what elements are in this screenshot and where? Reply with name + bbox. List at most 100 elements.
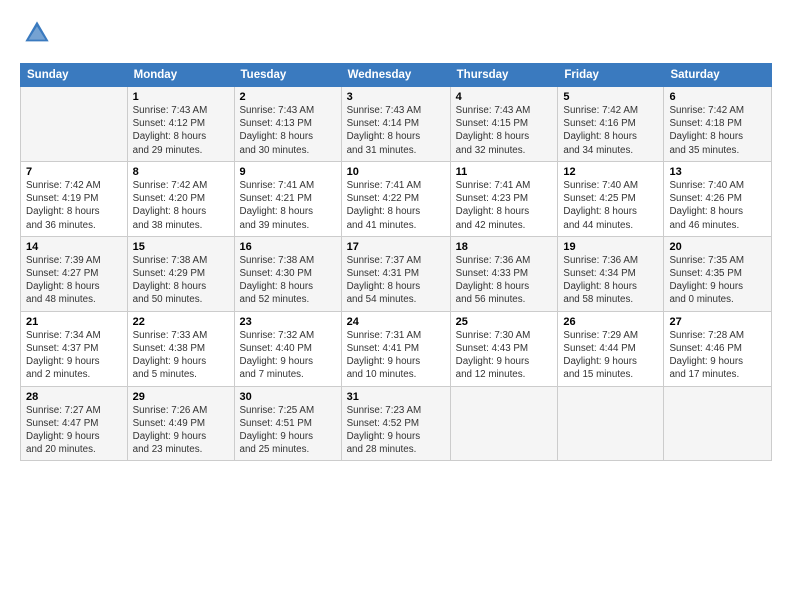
day-number: 2 xyxy=(240,91,336,103)
calendar-table: SundayMondayTuesdayWednesdayThursdayFrid… xyxy=(20,63,772,461)
day-number: 3 xyxy=(347,91,445,103)
calendar-cell: 13Sunrise: 7:40 AM Sunset: 4:26 PM Dayli… xyxy=(664,161,772,236)
day-info: Sunrise: 7:30 AM Sunset: 4:43 PM Dayligh… xyxy=(456,329,553,382)
day-number: 18 xyxy=(456,241,553,253)
day-of-week-header: Tuesday xyxy=(234,64,341,87)
day-info: Sunrise: 7:28 AM Sunset: 4:46 PM Dayligh… xyxy=(669,329,766,382)
day-number: 28 xyxy=(26,391,122,403)
day-info: Sunrise: 7:39 AM Sunset: 4:27 PM Dayligh… xyxy=(26,254,122,307)
day-of-week-header: Sunday xyxy=(21,64,128,87)
day-number: 14 xyxy=(26,241,122,253)
day-number: 22 xyxy=(133,316,229,328)
day-number: 24 xyxy=(347,316,445,328)
day-info: Sunrise: 7:31 AM Sunset: 4:41 PM Dayligh… xyxy=(347,329,445,382)
day-number: 20 xyxy=(669,241,766,253)
day-number: 15 xyxy=(133,241,229,253)
calendar-cell: 30Sunrise: 7:25 AM Sunset: 4:51 PM Dayli… xyxy=(234,386,341,461)
calendar-cell: 19Sunrise: 7:36 AM Sunset: 4:34 PM Dayli… xyxy=(558,236,664,311)
day-number: 12 xyxy=(563,166,658,178)
calendar-cell: 11Sunrise: 7:41 AM Sunset: 4:23 PM Dayli… xyxy=(450,161,558,236)
day-info: Sunrise: 7:42 AM Sunset: 4:18 PM Dayligh… xyxy=(669,104,766,157)
calendar-week-row: 28Sunrise: 7:27 AM Sunset: 4:47 PM Dayli… xyxy=(21,386,772,461)
day-info: Sunrise: 7:26 AM Sunset: 4:49 PM Dayligh… xyxy=(133,404,229,457)
day-info: Sunrise: 7:34 AM Sunset: 4:37 PM Dayligh… xyxy=(26,329,122,382)
day-info: Sunrise: 7:37 AM Sunset: 4:31 PM Dayligh… xyxy=(347,254,445,307)
day-number: 29 xyxy=(133,391,229,403)
calendar-cell: 31Sunrise: 7:23 AM Sunset: 4:52 PM Dayli… xyxy=(341,386,450,461)
calendar-week-row: 1Sunrise: 7:43 AM Sunset: 4:12 PM Daylig… xyxy=(21,87,772,162)
day-info: Sunrise: 7:36 AM Sunset: 4:33 PM Dayligh… xyxy=(456,254,553,307)
day-number: 11 xyxy=(456,166,553,178)
day-info: Sunrise: 7:43 AM Sunset: 4:12 PM Dayligh… xyxy=(133,104,229,157)
day-info: Sunrise: 7:43 AM Sunset: 4:14 PM Dayligh… xyxy=(347,104,445,157)
calendar-cell: 5Sunrise: 7:42 AM Sunset: 4:16 PM Daylig… xyxy=(558,87,664,162)
day-number: 13 xyxy=(669,166,766,178)
calendar-cell: 29Sunrise: 7:26 AM Sunset: 4:49 PM Dayli… xyxy=(127,386,234,461)
calendar-cell: 26Sunrise: 7:29 AM Sunset: 4:44 PM Dayli… xyxy=(558,311,664,386)
calendar-cell xyxy=(558,386,664,461)
day-number: 10 xyxy=(347,166,445,178)
calendar-cell: 15Sunrise: 7:38 AM Sunset: 4:29 PM Dayli… xyxy=(127,236,234,311)
calendar-cell: 1Sunrise: 7:43 AM Sunset: 4:12 PM Daylig… xyxy=(127,87,234,162)
calendar-cell xyxy=(21,87,128,162)
calendar-cell: 18Sunrise: 7:36 AM Sunset: 4:33 PM Dayli… xyxy=(450,236,558,311)
day-of-week-header: Thursday xyxy=(450,64,558,87)
day-info: Sunrise: 7:43 AM Sunset: 4:13 PM Dayligh… xyxy=(240,104,336,157)
day-info: Sunrise: 7:32 AM Sunset: 4:40 PM Dayligh… xyxy=(240,329,336,382)
day-info: Sunrise: 7:41 AM Sunset: 4:23 PM Dayligh… xyxy=(456,179,553,232)
calendar-cell: 7Sunrise: 7:42 AM Sunset: 4:19 PM Daylig… xyxy=(21,161,128,236)
calendar-cell: 22Sunrise: 7:33 AM Sunset: 4:38 PM Dayli… xyxy=(127,311,234,386)
page-container: SundayMondayTuesdayWednesdayThursdayFrid… xyxy=(0,0,792,471)
calendar-header-row: SundayMondayTuesdayWednesdayThursdayFrid… xyxy=(21,64,772,87)
day-number: 5 xyxy=(563,91,658,103)
calendar-cell: 24Sunrise: 7:31 AM Sunset: 4:41 PM Dayli… xyxy=(341,311,450,386)
calendar-cell: 4Sunrise: 7:43 AM Sunset: 4:15 PM Daylig… xyxy=(450,87,558,162)
day-number: 21 xyxy=(26,316,122,328)
day-info: Sunrise: 7:43 AM Sunset: 4:15 PM Dayligh… xyxy=(456,104,553,157)
day-info: Sunrise: 7:42 AM Sunset: 4:20 PM Dayligh… xyxy=(133,179,229,232)
day-info: Sunrise: 7:42 AM Sunset: 4:19 PM Dayligh… xyxy=(26,179,122,232)
day-of-week-header: Wednesday xyxy=(341,64,450,87)
calendar-cell: 6Sunrise: 7:42 AM Sunset: 4:18 PM Daylig… xyxy=(664,87,772,162)
day-number: 9 xyxy=(240,166,336,178)
day-info: Sunrise: 7:40 AM Sunset: 4:25 PM Dayligh… xyxy=(563,179,658,232)
calendar-cell: 28Sunrise: 7:27 AM Sunset: 4:47 PM Dayli… xyxy=(21,386,128,461)
calendar-cell: 17Sunrise: 7:37 AM Sunset: 4:31 PM Dayli… xyxy=(341,236,450,311)
calendar-cell xyxy=(450,386,558,461)
day-of-week-header: Saturday xyxy=(664,64,772,87)
calendar-cell: 12Sunrise: 7:40 AM Sunset: 4:25 PM Dayli… xyxy=(558,161,664,236)
day-info: Sunrise: 7:40 AM Sunset: 4:26 PM Dayligh… xyxy=(669,179,766,232)
header xyxy=(20,18,772,53)
calendar-cell: 8Sunrise: 7:42 AM Sunset: 4:20 PM Daylig… xyxy=(127,161,234,236)
calendar-week-row: 21Sunrise: 7:34 AM Sunset: 4:37 PM Dayli… xyxy=(21,311,772,386)
calendar-cell: 14Sunrise: 7:39 AM Sunset: 4:27 PM Dayli… xyxy=(21,236,128,311)
calendar-cell: 27Sunrise: 7:28 AM Sunset: 4:46 PM Dayli… xyxy=(664,311,772,386)
day-number: 31 xyxy=(347,391,445,403)
day-number: 7 xyxy=(26,166,122,178)
day-number: 8 xyxy=(133,166,229,178)
day-number: 1 xyxy=(133,91,229,103)
calendar-cell: 25Sunrise: 7:30 AM Sunset: 4:43 PM Dayli… xyxy=(450,311,558,386)
calendar-cell: 3Sunrise: 7:43 AM Sunset: 4:14 PM Daylig… xyxy=(341,87,450,162)
day-info: Sunrise: 7:38 AM Sunset: 4:30 PM Dayligh… xyxy=(240,254,336,307)
day-info: Sunrise: 7:27 AM Sunset: 4:47 PM Dayligh… xyxy=(26,404,122,457)
calendar-cell: 21Sunrise: 7:34 AM Sunset: 4:37 PM Dayli… xyxy=(21,311,128,386)
calendar-week-row: 7Sunrise: 7:42 AM Sunset: 4:19 PM Daylig… xyxy=(21,161,772,236)
day-info: Sunrise: 7:42 AM Sunset: 4:16 PM Dayligh… xyxy=(563,104,658,157)
day-info: Sunrise: 7:36 AM Sunset: 4:34 PM Dayligh… xyxy=(563,254,658,307)
day-number: 25 xyxy=(456,316,553,328)
day-info: Sunrise: 7:25 AM Sunset: 4:51 PM Dayligh… xyxy=(240,404,336,457)
logo-icon xyxy=(22,18,52,48)
day-info: Sunrise: 7:23 AM Sunset: 4:52 PM Dayligh… xyxy=(347,404,445,457)
day-info: Sunrise: 7:35 AM Sunset: 4:35 PM Dayligh… xyxy=(669,254,766,307)
calendar-cell: 2Sunrise: 7:43 AM Sunset: 4:13 PM Daylig… xyxy=(234,87,341,162)
calendar-cell: 16Sunrise: 7:38 AM Sunset: 4:30 PM Dayli… xyxy=(234,236,341,311)
day-number: 27 xyxy=(669,316,766,328)
day-info: Sunrise: 7:41 AM Sunset: 4:21 PM Dayligh… xyxy=(240,179,336,232)
calendar-cell: 10Sunrise: 7:41 AM Sunset: 4:22 PM Dayli… xyxy=(341,161,450,236)
day-number: 30 xyxy=(240,391,336,403)
day-info: Sunrise: 7:33 AM Sunset: 4:38 PM Dayligh… xyxy=(133,329,229,382)
day-of-week-header: Friday xyxy=(558,64,664,87)
day-number: 6 xyxy=(669,91,766,103)
day-info: Sunrise: 7:41 AM Sunset: 4:22 PM Dayligh… xyxy=(347,179,445,232)
